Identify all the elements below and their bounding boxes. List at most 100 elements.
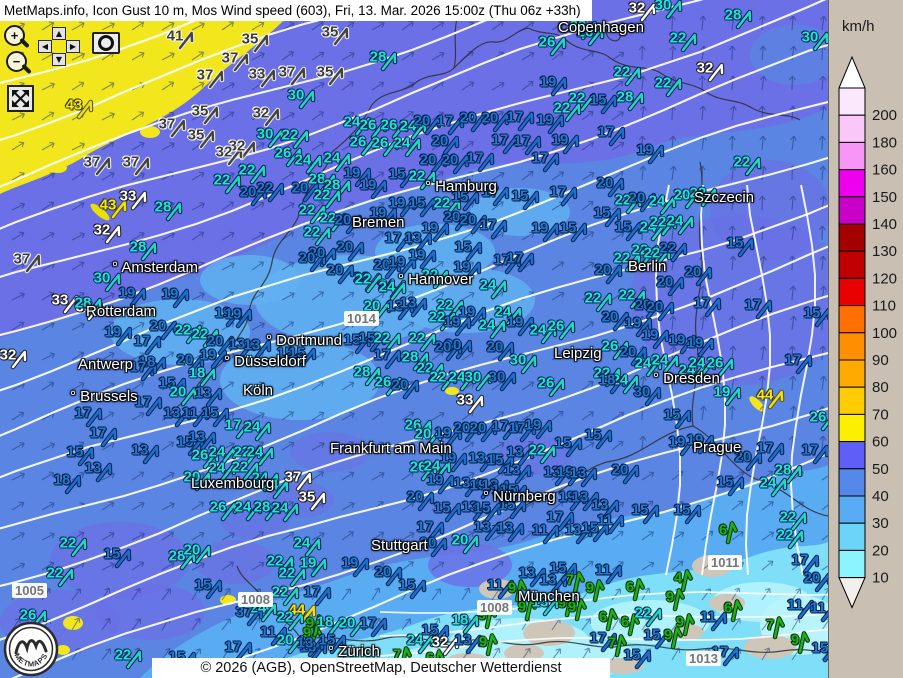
wind-value: 35 [242, 32, 259, 47]
zoom-out-button[interactable]: − [6, 51, 34, 79]
wind-value: 18 [189, 366, 206, 381]
metmaps-app: 4135353737333735353735323232373743433332… [0, 0, 903, 678]
city-label: Rotterdam [86, 304, 156, 319]
wind-value: 24 [295, 153, 312, 168]
legend-segment [839, 170, 865, 197]
legend-segment [839, 333, 865, 360]
wind-value: 17 [785, 353, 802, 368]
map-label-layer: 4135353737333735353735323232373743433332… [0, 0, 828, 678]
wind-value: 30 [257, 127, 274, 142]
wind-value: 20 [804, 571, 821, 586]
city-label: Köln [243, 383, 273, 398]
legend-tick: 140 [872, 216, 897, 233]
magnifier-handle [21, 64, 32, 75]
wind-value: 30 [510, 353, 527, 368]
wind-value: 26 [192, 448, 209, 463]
wind-value: 24 [760, 476, 777, 491]
wind-value: 13 [592, 498, 609, 513]
weather-map[interactable]: 4135353737333735353735323232373743433332… [0, 0, 828, 678]
zoom-in-button[interactable]: + [4, 25, 32, 53]
legend-tick: 180 [872, 134, 897, 151]
wind-value: 35 [192, 104, 209, 119]
pressure-label: 1008 [477, 600, 512, 615]
pan-up-button[interactable]: ▲ [52, 27, 66, 40]
wind-value: 41 [167, 29, 184, 44]
wind-value: 18 [599, 373, 616, 388]
wind-value: 35 [299, 490, 316, 505]
wind-value: 30 [94, 271, 111, 286]
wind-value: 24 [530, 323, 547, 338]
wind-value: 32 [697, 61, 714, 76]
wind-value: 24 [324, 151, 341, 166]
wind-value: 15 [399, 578, 416, 593]
wind-value: 30 [465, 370, 482, 385]
wind-value: 24 [244, 420, 261, 435]
wind-value: 22 [282, 128, 299, 143]
city-label: ° Brussels [70, 389, 138, 404]
pan-down-button[interactable]: ▼ [52, 53, 66, 66]
pan-right-button[interactable]: ▶ [66, 40, 80, 53]
wind-value: 24 [344, 115, 361, 130]
legend-arrow-top [839, 57, 865, 88]
wind-value: 19 [389, 196, 406, 211]
copyright-bar: © 2026 (AGB), OpenStreetMap, Deutscher W… [152, 658, 610, 678]
wind-value: 22 [655, 76, 672, 91]
wind-value: 33 [120, 189, 137, 204]
wind-value: 17 [802, 443, 819, 458]
wind-value: 26 [810, 410, 827, 425]
wind-value: 20 [335, 213, 352, 228]
wind-value: 17 [304, 585, 321, 600]
wind-value: 19 [532, 221, 549, 236]
wind-value: 19 [537, 113, 554, 128]
wind-value: 19 [200, 348, 217, 363]
wind-value: 15 [487, 453, 504, 468]
wind-value: 22 [277, 610, 294, 625]
legend-tick: 150 [872, 189, 897, 206]
legend-segment [839, 442, 865, 469]
legend-tick: 40 [872, 488, 889, 505]
city-label: Luxembourg [191, 476, 274, 491]
wind-value: 19 [105, 325, 122, 340]
wind-value: 13 [454, 476, 471, 491]
wind-value: 22 [614, 65, 631, 80]
arrow-right-icon: ▶ [70, 43, 76, 51]
wind-value: 22 [175, 323, 192, 338]
city-label: ° Amsterdam [112, 260, 198, 275]
city-label: Szczecin [694, 190, 754, 205]
wind-value: 22 [374, 331, 391, 346]
legend-tick: 160 [872, 162, 897, 179]
city-label: Prague [693, 440, 741, 455]
wind-value: 15 [674, 503, 691, 518]
wind-value: 17 [417, 520, 434, 535]
wind-value: 22 [585, 291, 602, 306]
wind-value: 22 [314, 188, 331, 203]
wind-value: 26 [275, 146, 292, 161]
wind-value: 19 [637, 143, 654, 158]
wind-value: 33 [52, 293, 69, 308]
wind-value: 20 [339, 616, 356, 631]
wind-value: 35 [188, 128, 205, 143]
legend-scale: 2001801601501401301201101009080706050403… [829, 0, 903, 678]
wind-value: 19 [669, 435, 686, 450]
metmaps-logo-icon: METMAPS [2, 620, 60, 678]
legend-segment [839, 197, 865, 224]
wind-value: 26 [375, 375, 392, 390]
wind-value: 43 [66, 98, 83, 113]
wind-value: 19 [540, 75, 557, 90]
wind-value: 30 [655, 0, 672, 13]
wind-value: 22 [115, 648, 132, 663]
wind-value: 22 [619, 288, 636, 303]
wind-value: 15 [624, 648, 641, 663]
wind-value: 24 [649, 194, 666, 209]
wind-value: 13 [572, 490, 589, 505]
wind-value: 26 [381, 118, 398, 133]
fullscreen-button[interactable] [7, 85, 34, 112]
wind-value: 20 [299, 251, 316, 266]
wind-value: 18 [317, 615, 334, 630]
wind-value: 19 [552, 133, 569, 148]
pan-left-button[interactable]: ◀ [38, 40, 52, 53]
snapshot-button[interactable] [92, 32, 120, 54]
wind-value: 37 [14, 252, 31, 267]
title-bar: MetMaps.info, Icon Gust 10 m, Mos Wind s… [0, 0, 592, 21]
wind-value: 19 [344, 166, 361, 181]
